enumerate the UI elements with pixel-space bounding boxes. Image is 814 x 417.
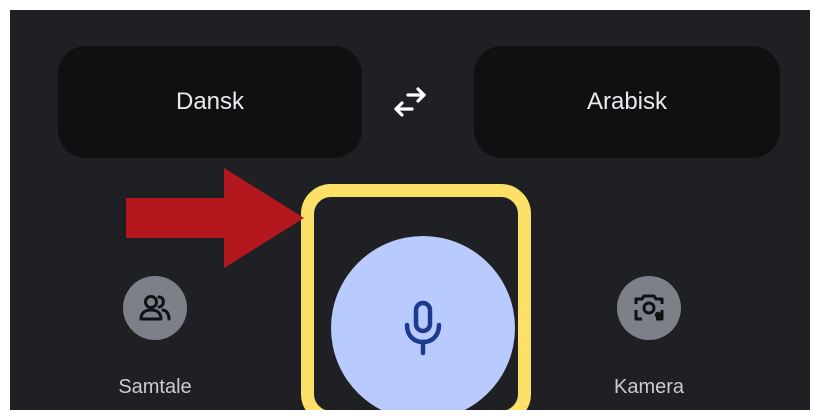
microphone-button[interactable] xyxy=(331,236,515,410)
microphone-icon xyxy=(404,300,442,356)
red-arrow-annotation xyxy=(126,168,304,268)
source-language-button[interactable]: Dansk xyxy=(58,46,362,158)
swap-languages-button[interactable] xyxy=(390,82,430,122)
conversation-button[interactable] xyxy=(123,276,187,340)
target-language-label: Arabisk xyxy=(586,88,668,115)
conversation-label: Samtale xyxy=(118,376,192,398)
source-language-label: Dansk xyxy=(175,88,245,115)
camera-lens-icon xyxy=(634,294,664,321)
people-icon xyxy=(139,295,171,321)
target-language-button[interactable]: Arabisk xyxy=(474,46,780,158)
camera-button[interactable] xyxy=(617,276,681,340)
camera-label: Kamera xyxy=(613,376,685,398)
translate-screen: Dansk Arabisk Samtale Kamera xyxy=(10,10,810,410)
swap-arrows-icon xyxy=(394,87,426,117)
